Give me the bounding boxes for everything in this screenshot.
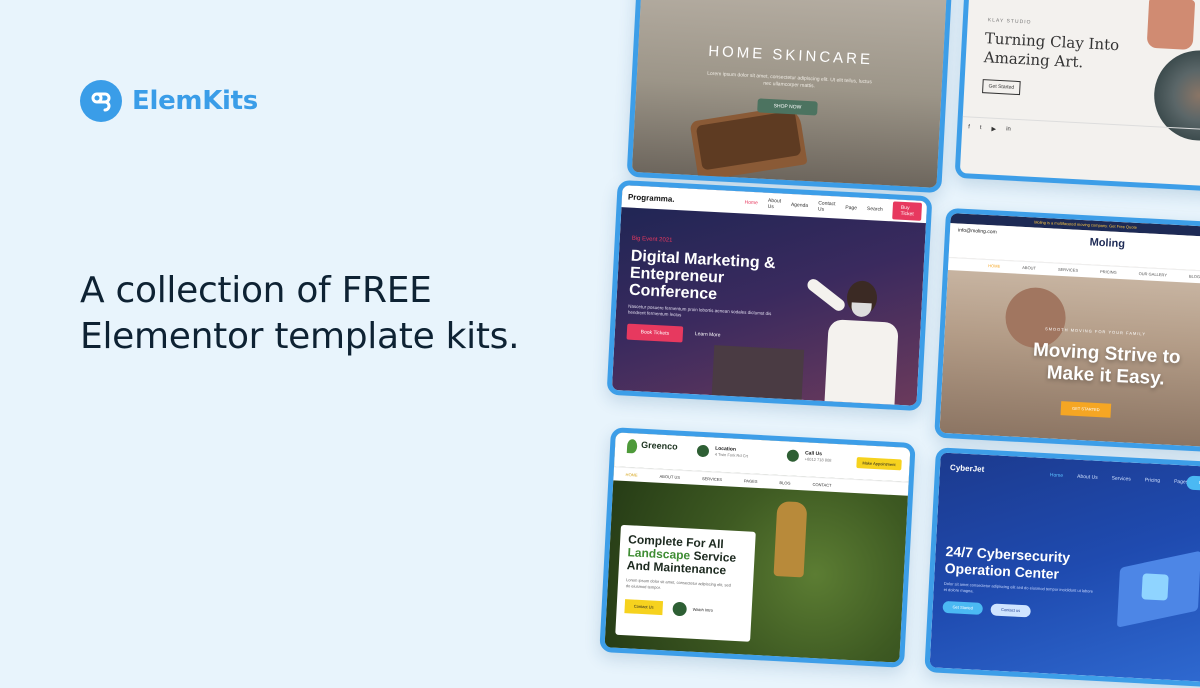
linkedin-icon[interactable]: in bbox=[1006, 126, 1011, 133]
moving-title: Moving Strive to Make it Easy. bbox=[1032, 339, 1182, 390]
moving-logo[interactable]: Moling bbox=[1089, 236, 1125, 250]
greenco-call: Call Us +6012 718 808 bbox=[805, 450, 832, 462]
youtube-icon[interactable]: ▶ bbox=[991, 126, 996, 133]
cyber-contact-button[interactable]: Contact Us bbox=[1186, 475, 1200, 493]
cyber-title: 24/7 Cybersecurity Operation Center bbox=[944, 542, 1071, 582]
greenco-hero: Greenco Location 4 Twin Fork Rd Crt Call… bbox=[604, 432, 911, 663]
moving-nav-gallery[interactable]: OUR GALLERY bbox=[1138, 268, 1168, 281]
cyber-nav-about[interactable]: About Us bbox=[1077, 474, 1098, 481]
moving-nav-pricing[interactable]: PRICING bbox=[1100, 266, 1117, 279]
headline: A collection of FREE Elementor template … bbox=[80, 268, 520, 360]
greenco-desc: Lorem ipsum dolor sit amet, consectetur … bbox=[625, 577, 732, 590]
play-icon[interactable] bbox=[672, 601, 688, 617]
marketing-book-button[interactable]: Book Tickets bbox=[626, 323, 684, 343]
marketing-search[interactable]: Search bbox=[867, 206, 883, 213]
clay-get-started-button[interactable]: Get Started bbox=[982, 79, 1021, 96]
marketing-learn-more-link[interactable]: Learn More bbox=[695, 331, 721, 338]
marketing-nav-agenda[interactable]: Agenda bbox=[791, 202, 809, 209]
template-card-moving[interactable]: Moling is a multifaceted moving company.… bbox=[934, 207, 1200, 453]
marketing-desc: Nascetur posuere fermentum proin loborti… bbox=[627, 303, 772, 318]
lock-icon bbox=[1141, 573, 1169, 601]
phone-icon bbox=[786, 449, 800, 463]
speaker-arm bbox=[805, 276, 848, 314]
headline-line-1: A collection of FREE bbox=[80, 270, 432, 311]
marketing-nav-page[interactable]: Page bbox=[845, 205, 857, 212]
clay-title: Turning Clay Into Amazing Art. bbox=[983, 29, 1120, 72]
cyber-nav: Home About Us Services Pricing Pages bbox=[1050, 472, 1189, 485]
clay-social-links: f t ▶ in bbox=[968, 124, 1011, 133]
skincare-desc: Lorem ipsum dolor sit amet, consectetur … bbox=[707, 70, 872, 90]
template-card-skincare[interactable]: HOME SKINCARE Lorem ipsum dolor sit amet… bbox=[626, 0, 953, 194]
template-card-greenco[interactable]: Greenco Location 4 Twin Fork Rd Crt Call… bbox=[599, 427, 916, 668]
template-card-marketing[interactable]: Programma. Home About Us Agenda Contact … bbox=[606, 179, 933, 412]
marketing-hero: Programma. Home About Us Agenda Contact … bbox=[611, 185, 928, 406]
twitter-icon[interactable]: t bbox=[980, 125, 982, 132]
marketing-brand[interactable]: Programma. bbox=[628, 192, 675, 203]
marketing-title: Digital Marketing & Entepreneur Conferen… bbox=[628, 247, 777, 304]
cyber-nav-pricing[interactable]: Pricing bbox=[1145, 477, 1161, 484]
cyber-desc: Dolor sit amet consectetur adipiscing el… bbox=[943, 580, 1094, 594]
location-icon bbox=[696, 444, 710, 458]
moving-nav-home[interactable]: HOME bbox=[988, 260, 1001, 273]
marketing-nav-home[interactable]: Home bbox=[744, 200, 758, 207]
greenco-contact-button[interactable]: Contact Us bbox=[624, 599, 664, 616]
cyber-hero: CyberJet Home About Us Services Pricing … bbox=[929, 452, 1200, 683]
cyber-nav-services[interactable]: Services bbox=[1111, 476, 1130, 483]
speaker-body bbox=[824, 319, 899, 405]
podium-image bbox=[711, 345, 805, 400]
template-card-cyber[interactable]: CyberJet Home About Us Services Pricing … bbox=[924, 447, 1200, 688]
greenco-location-value: 4 Twin Fork Rd Crt bbox=[714, 451, 749, 459]
skincare-hero: HOME SKINCARE Lorem ipsum dolor sit amet… bbox=[631, 0, 948, 188]
leaf-icon bbox=[626, 439, 638, 454]
moving-nav-services[interactable]: SERVICES bbox=[1058, 264, 1079, 277]
marketing-buy-ticket-button[interactable]: Buy Ticket bbox=[892, 201, 923, 221]
marketing-navbar: Programma. Home About Us Agenda Contact … bbox=[621, 185, 928, 224]
facebook-icon[interactable]: f bbox=[968, 124, 970, 131]
marketing-nav-contact[interactable]: Contact Us bbox=[818, 200, 836, 213]
greenco-appointment-button[interactable]: Make Appointment bbox=[856, 457, 902, 471]
clay-hero: KLAY STUDIO Turning Clay Into Amazing Ar… bbox=[960, 0, 1200, 187]
moving-nav-blog[interactable]: BLOG bbox=[1189, 271, 1200, 284]
moving-get-started-button[interactable]: GET STARTED bbox=[1060, 401, 1112, 418]
speaker-image bbox=[797, 260, 914, 406]
skincare-title: HOME SKINCARE bbox=[707, 42, 874, 69]
brand-name: ElemKits bbox=[132, 86, 258, 116]
moving-hero: Moling is a multifaceted moving company.… bbox=[939, 213, 1200, 447]
greenco-location: Location 4 Twin Fork Rd Crt bbox=[715, 446, 749, 459]
cyber-nav-home[interactable]: Home bbox=[1050, 472, 1064, 479]
mug-image bbox=[1146, 0, 1196, 51]
greenco-watch-link[interactable]: Watch Intro bbox=[693, 607, 714, 613]
cyber-get-started-button[interactable]: Get Started bbox=[942, 600, 984, 615]
cyber-logo[interactable]: CyberJet bbox=[950, 463, 985, 474]
cyber-contact-us-button[interactable]: Contact us bbox=[990, 603, 1031, 618]
marketing-event-label: Big Event 2021 bbox=[631, 235, 673, 244]
speaker-beard bbox=[851, 302, 872, 318]
logo-mark-icon bbox=[80, 80, 122, 122]
greenco-logo[interactable]: Greenco bbox=[641, 440, 678, 452]
marketing-nav-about[interactable]: About Us bbox=[768, 198, 782, 211]
greenco-title: Complete For All Landscape Service And M… bbox=[627, 532, 754, 578]
greenco-call-value: +6012 718 808 bbox=[804, 456, 832, 463]
brand-logo[interactable]: ElemKits bbox=[80, 80, 258, 122]
clay-studio-label: KLAY STUDIO bbox=[987, 17, 1032, 26]
gardener-image bbox=[773, 500, 808, 578]
template-card-clay[interactable]: KLAY STUDIO Turning Clay Into Amazing Ar… bbox=[954, 0, 1200, 192]
greenco-content-box: Complete For All Landscape Service And M… bbox=[615, 524, 756, 642]
moving-nav-about[interactable]: ABOUT bbox=[1022, 262, 1036, 275]
headline-line-2: Elementor template kits. bbox=[80, 316, 520, 357]
